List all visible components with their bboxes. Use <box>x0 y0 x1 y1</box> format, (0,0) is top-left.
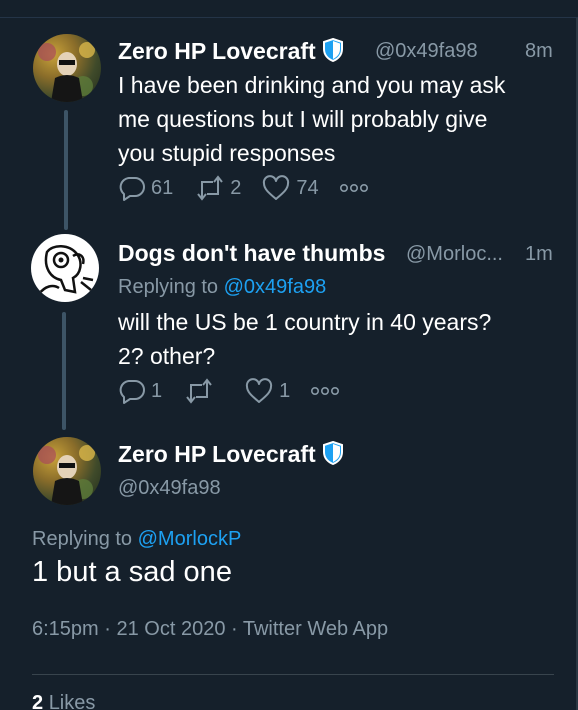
reply-count: 61 <box>151 176 174 199</box>
top-bar <box>0 0 578 18</box>
replying-to-link[interactable]: @MorlockP <box>138 528 242 550</box>
retweet-count: 2 <box>230 176 242 199</box>
thread-line <box>62 312 66 430</box>
author-name[interactable]: Zero HP Lovecraft <box>118 37 344 68</box>
like-button[interactable]: 74 <box>261 174 319 202</box>
author-handle[interactable]: @0x49fa98 <box>118 477 221 500</box>
author-name[interactable]: Dogs don't have thumbs <box>118 240 385 267</box>
like-count: 74 <box>296 176 319 199</box>
like-button[interactable]: 1 <box>244 377 290 405</box>
tweet-text-line: me questions but I will probably give <box>118 106 488 132</box>
retweet-icon <box>195 174 225 202</box>
likes-label: Likes <box>48 692 96 710</box>
avatar[interactable] <box>31 234 99 302</box>
timestamp[interactable]: 1m <box>525 243 553 266</box>
tweet-text-line: 2? other? <box>118 343 216 369</box>
tweet-text: will the US be 1 country in 40 years? 2?… <box>118 305 491 373</box>
tweet-actions: 61 2 74 <box>118 174 369 202</box>
avatar[interactable] <box>33 437 101 505</box>
reply-button[interactable]: 61 <box>118 174 173 202</box>
tweet-text-line: will the US be 1 country in 40 years? <box>118 309 492 335</box>
tweet-text: I have been drinking and you may ask me … <box>118 68 505 170</box>
reply-icon <box>118 377 146 405</box>
reply-button[interactable]: 1 <box>118 377 162 405</box>
like-count: 1 <box>279 379 291 402</box>
more-icon <box>310 385 340 397</box>
verified-shield-icon <box>322 440 344 471</box>
retweet-button[interactable] <box>184 377 214 405</box>
more-button[interactable] <box>310 385 340 397</box>
more-button[interactable] <box>339 182 369 194</box>
tweet-text-line: I have been drinking and you may ask <box>118 72 506 98</box>
replying-to: Replying to @0x49fa98 <box>118 276 327 298</box>
verified-shield-icon <box>322 37 344 68</box>
retweet-icon <box>184 377 214 405</box>
thread-line <box>64 110 68 230</box>
replying-to: Replying to @MorlockP <box>32 528 242 550</box>
likes-count: 2 <box>32 692 44 710</box>
author-handle[interactable]: @Morloc... <box>406 243 503 266</box>
author-name[interactable]: Zero HP Lovecraft <box>118 440 344 471</box>
like-icon <box>244 377 274 405</box>
like-icon <box>261 174 291 202</box>
tweet-text: 1 but a sad one <box>32 556 232 588</box>
author-handle[interactable]: @0x49fa98 <box>375 40 478 63</box>
avatar[interactable] <box>33 34 101 102</box>
tweet-meta[interactable]: 6:15pm · 21 Oct 2020 · Twitter Web App <box>32 618 388 641</box>
likes-summary[interactable]: 2 Likes <box>32 692 95 710</box>
divider <box>32 674 554 675</box>
replying-to-link[interactable]: @0x49fa98 <box>224 276 327 298</box>
reply-icon <box>118 174 146 202</box>
more-icon <box>339 182 369 194</box>
timestamp[interactable]: 8m <box>525 40 553 63</box>
tweet-actions: 1 1 <box>118 377 340 405</box>
tweet-text-line: you stupid responses <box>118 140 336 166</box>
reply-count: 1 <box>151 379 163 402</box>
retweet-button[interactable]: 2 <box>195 174 241 202</box>
